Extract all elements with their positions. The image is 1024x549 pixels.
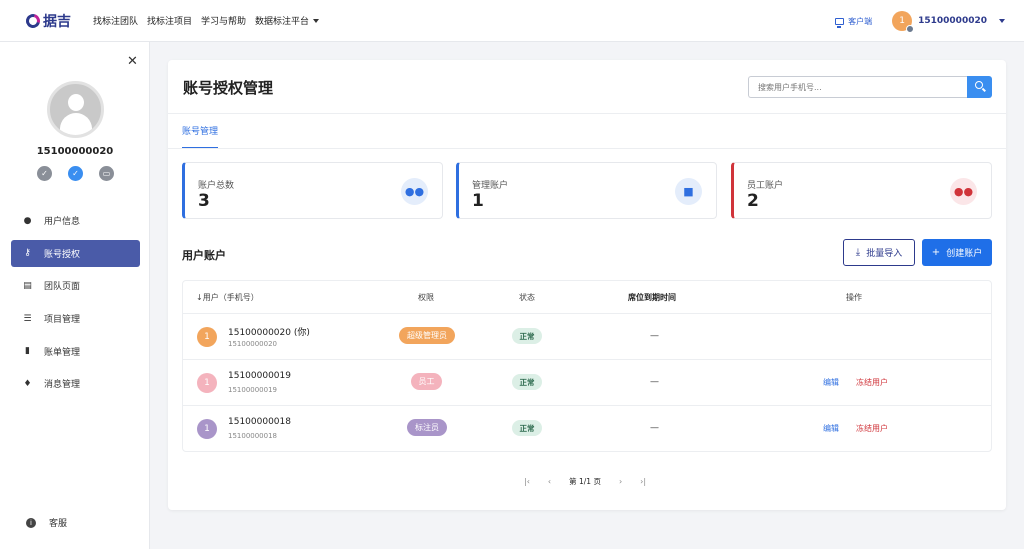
close-icon[interactable]: ✕ xyxy=(127,54,138,69)
sort-arrow-icon: ↓ xyxy=(196,293,203,302)
key-icon: ⚷ xyxy=(24,248,31,259)
column-header-actions: 操作 xyxy=(846,293,862,302)
status-badge: 正常 xyxy=(512,374,542,390)
table-row: 1 15100000020 (你) 15100000020 超级管理员 正常 — xyxy=(183,313,991,359)
expiry-value: — xyxy=(650,331,659,341)
stat-admin-accounts: 管理账户 1 ■ xyxy=(456,162,717,219)
nav-learn-help[interactable]: 学习与帮助 xyxy=(201,14,246,27)
users-icon: ●● xyxy=(950,178,977,205)
store-icon: ▤ xyxy=(23,280,32,291)
avatar: 1 xyxy=(892,11,915,33)
column-header-status: 状态 xyxy=(519,293,535,302)
column-header-expiry: 席位到期时间 xyxy=(628,293,676,302)
sidebar-item-messages[interactable]: ♦ 消息管理 xyxy=(11,370,140,397)
users-icon: ●● xyxy=(401,178,428,205)
search-button[interactable] xyxy=(967,76,992,98)
status-badge: 正常 xyxy=(512,420,542,436)
profile-avatar xyxy=(47,81,104,138)
edit-button[interactable]: 编辑 xyxy=(823,423,839,434)
page-indicator: 第 1/1 页 xyxy=(569,477,601,486)
last-page-icon[interactable]: ›| xyxy=(640,477,646,486)
nav-find-team[interactable]: 找标注团队 xyxy=(93,14,138,27)
profile-phone: 15100000020 xyxy=(36,146,114,157)
lock-icon: ■ xyxy=(675,178,702,205)
stat-total-accounts: 账户总数 3 ●● xyxy=(182,162,443,219)
create-account-button[interactable]: + 创建账户 xyxy=(922,239,992,266)
sidebar-menu: ● 用户信息 ⚷ 账号授权 ▤ 团队页面 ☰ 项目管理 ▮ 账单管理 ♦ 消息管理 xyxy=(11,207,140,403)
search-bar xyxy=(748,76,992,98)
card-icon[interactable]: ▭ xyxy=(99,166,114,181)
expiry-value: — xyxy=(650,423,659,433)
role-badge: 标注员 xyxy=(407,419,447,436)
column-header-role: 权限 xyxy=(418,293,434,302)
main-card: 账号授权管理 账号管理 账户总数 3 ●● 管理账户 1 ■ 员工账户 2 ●●… xyxy=(168,60,1006,510)
avatar: 1 xyxy=(197,419,217,439)
nav-platform[interactable]: 数据标注平台 xyxy=(255,14,320,27)
pagination: |‹ ‹ 第 1/1 页 › ›| xyxy=(524,476,664,487)
verified-check-icon[interactable]: ✓ xyxy=(37,166,52,181)
sidebar-item-projects[interactable]: ☰ 项目管理 xyxy=(11,305,140,332)
status-badge: 正常 xyxy=(512,328,542,344)
freeze-user-button[interactable]: 冻结用户 xyxy=(856,377,888,388)
prev-page-icon[interactable]: ‹ xyxy=(548,477,551,486)
certified-badge-icon[interactable]: ✓ xyxy=(68,166,83,181)
expiry-value: — xyxy=(650,377,659,387)
role-dot-icon xyxy=(906,25,915,33)
avatar: 1 xyxy=(197,327,217,347)
logo-icon xyxy=(23,10,43,31)
bell-icon: ♦ xyxy=(23,378,32,389)
top-nav: 找标注团队 找标注项目 学习与帮助 数据标注平台 xyxy=(93,14,328,27)
stat-staff-accounts: 员工账户 2 ●● xyxy=(731,162,992,219)
bill-icon: ▮ xyxy=(25,346,30,357)
page-title: 账号授权管理 xyxy=(183,79,274,97)
sidebar-item-user-info[interactable]: ● 用户信息 xyxy=(11,207,140,234)
accounts-table: ↓用户（手机号） 权限 状态 席位到期时间 操作 1 15100000020 (… xyxy=(182,280,992,452)
plus-icon: + xyxy=(931,247,941,258)
search-icon xyxy=(975,81,983,89)
table-row: 1 15100000019 15100000019 员工 正常 — 编辑 冻结用… xyxy=(183,359,991,405)
info-icon: i xyxy=(26,517,36,528)
bulk-import-button[interactable]: ⤓ 批量导入 xyxy=(843,239,915,266)
monitor-icon xyxy=(835,17,845,28)
user-menu[interactable]: 1 15100000020 xyxy=(892,11,1005,33)
first-page-icon[interactable]: |‹ xyxy=(524,477,530,486)
list-icon: ☰ xyxy=(23,313,32,324)
freeze-user-button[interactable]: 冻结用户 xyxy=(856,423,888,434)
nav-find-project[interactable]: 找标注项目 xyxy=(147,14,192,27)
section-title: 用户账户 xyxy=(182,249,226,262)
sidebar-item-team-page[interactable]: ▤ 团队页面 xyxy=(11,272,140,299)
person-icon: ● xyxy=(23,215,32,226)
sidebar-item-billing[interactable]: ▮ 账单管理 xyxy=(11,338,140,365)
customer-service-link[interactable]: i 客服 xyxy=(26,516,67,529)
next-page-icon[interactable]: › xyxy=(619,477,622,486)
role-badge: 员工 xyxy=(411,373,442,390)
tab-account-management[interactable]: 账号管理 xyxy=(182,124,219,149)
top-bar: 据吉 找标注团队 找标注项目 学习与帮助 数据标注平台 客户端 1 151000… xyxy=(0,0,1024,42)
chevron-down-icon xyxy=(999,19,1005,23)
table-row: 1 15100000018 15100000018 标注员 正常 — 编辑 冻结… xyxy=(183,405,991,451)
client-link[interactable]: 客户端 xyxy=(835,16,872,28)
avatar: 1 xyxy=(197,373,217,393)
chevron-down-icon xyxy=(313,18,320,23)
logo[interactable]: 据吉 xyxy=(23,10,71,31)
profile-badges: ✓ ✓ ▭ xyxy=(37,166,130,181)
download-icon: ⤓ xyxy=(855,247,861,258)
edit-button[interactable]: 编辑 xyxy=(823,377,839,388)
sidebar: ✕ 15100000020 ✓ ✓ ▭ ● 用户信息 ⚷ 账号授权 ▤ 团队页面 ☰ 项… xyxy=(0,42,150,549)
search-input[interactable] xyxy=(748,76,967,98)
sidebar-item-account-auth[interactable]: ⚷ 账号授权 xyxy=(11,239,140,267)
column-header-user[interactable]: ↓用户（手机号） xyxy=(196,292,259,303)
role-badge: 超级管理员 xyxy=(399,327,455,344)
